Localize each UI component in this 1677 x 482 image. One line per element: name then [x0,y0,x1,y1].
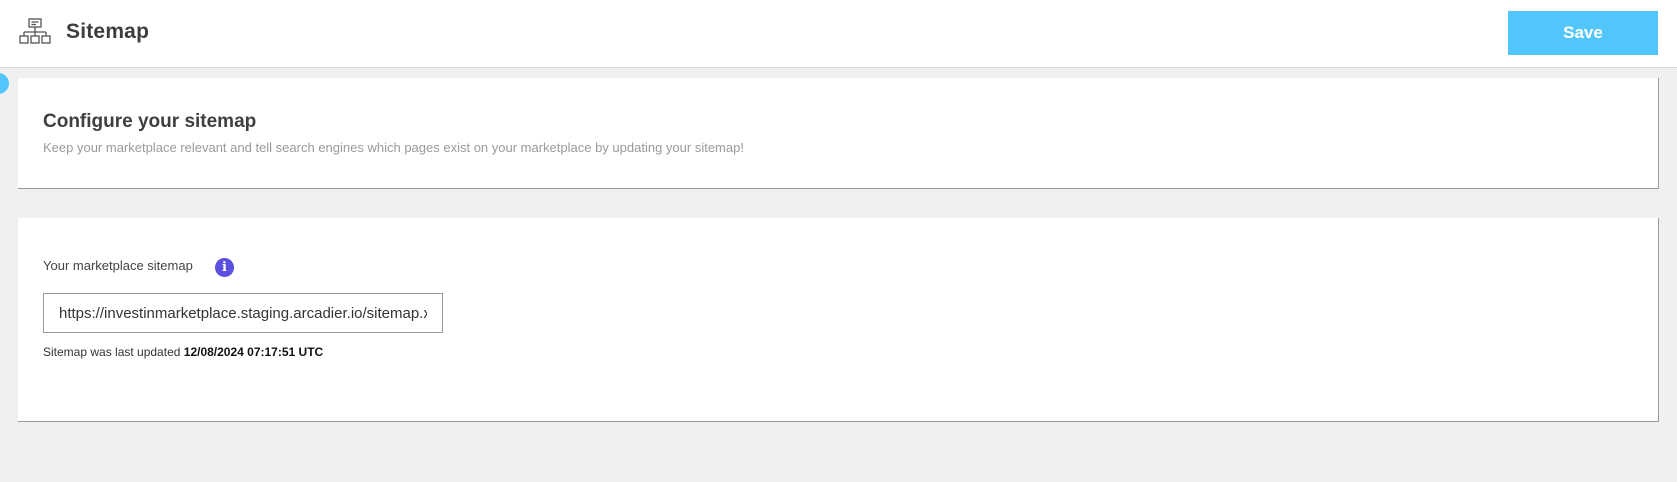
info-icon[interactable]: i [215,258,234,277]
last-updated-value: 12/08/2024 07:17:51 UTC [183,345,324,359]
save-button[interactable]: Save [1508,11,1658,55]
sitemap-label: Your marketplace sitemap [43,258,193,273]
sitemap-card: Your marketplace sitemap i Sitemap was l… [18,218,1659,422]
last-updated-prefix: Sitemap was last updated [43,345,181,359]
last-updated-text: Sitemap was last updated 12/08/2024 07:1… [43,345,323,359]
intro-card: Configure your sitemap Keep your marketp… [18,78,1659,189]
section-title: Configure your sitemap [43,111,257,132]
page-title: Sitemap [66,20,150,43]
sitemap-url-input[interactable] [43,293,443,333]
top-bar: Sitemap Save [0,0,1677,68]
sidebar-toggle[interactable] [0,73,9,94]
section-description: Keep your marketplace relevant and tell … [43,140,744,155]
sitemap-icon [19,18,51,44]
